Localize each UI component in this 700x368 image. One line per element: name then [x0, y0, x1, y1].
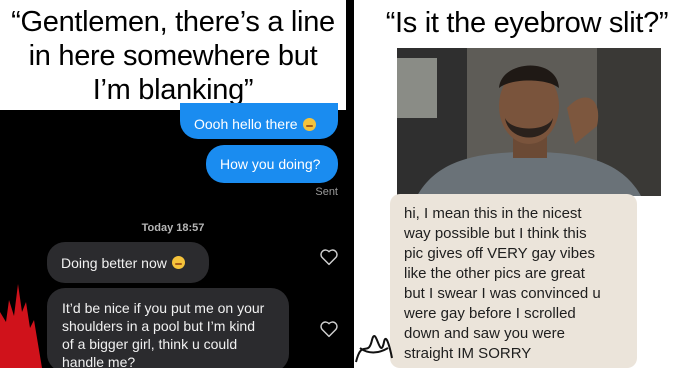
- left-meme-panel: “Gentlemen, there’s a line in here somew…: [0, 0, 346, 368]
- left-caption: “Gentlemen, there’s a line in here somew…: [0, 0, 346, 110]
- message-line: pic gives off VERY gay vibes: [404, 245, 595, 262]
- message-text: Doing better now: [61, 254, 167, 271]
- smirk-emoji-icon: [171, 256, 185, 269]
- chat-timestamp: Today 18:57: [141, 222, 205, 234]
- profile-photo: [397, 48, 661, 196]
- heart-like-icon[interactable]: [319, 248, 339, 266]
- left-caption-line: I’m blanking”: [92, 74, 254, 106]
- red-scribble-mark: [0, 284, 42, 368]
- message-text-line: handle me?: [62, 354, 136, 368]
- right-caption: “Is it the eyebrow slit?”: [354, 0, 700, 50]
- message-line: straight IM SORRY: [404, 345, 532, 362]
- message-text-line: shoulders in a pool but I’m kind: [62, 318, 255, 334]
- message-card: hi, I mean this in the nicest way possib…: [390, 194, 637, 368]
- outgoing-message-bubble[interactable]: How you doing?: [206, 145, 338, 183]
- left-caption-line: “Gentlemen, there’s a line: [11, 6, 335, 38]
- heart-like-icon[interactable]: [319, 320, 339, 338]
- message-text-line: of a bigger girl, think u could: [62, 336, 238, 352]
- incoming-message-bubble[interactable]: It’d be nice if you put me on your shoul…: [47, 288, 289, 368]
- outgoing-message-bubble[interactable]: Oooh hello there: [180, 103, 338, 139]
- message-text: How you doing?: [220, 156, 321, 172]
- black-scribble-mark: [355, 335, 393, 363]
- message-line: were gay before I scrolled: [404, 305, 576, 322]
- message-text-line: It’d be nice if you put me on your: [62, 300, 265, 316]
- panel-divider: [346, 0, 354, 368]
- message-line: way possible but I think this: [404, 225, 587, 242]
- message-line: hi, I mean this in the nicest: [404, 205, 582, 222]
- left-caption-line: in here somewhere but: [28, 40, 318, 72]
- message-line: but I swear I was convinced u: [404, 285, 601, 302]
- incoming-message-bubble[interactable]: Doing better now: [47, 242, 209, 283]
- message-line: down and saw you were: [404, 325, 565, 342]
- right-meme-panel: “Is it the eyebrow slit?” hi, I mean thi…: [354, 0, 700, 368]
- message-line: like the other pics are great: [404, 265, 585, 282]
- sent-status: Sent: [315, 186, 338, 198]
- smirk-emoji-icon: [302, 117, 316, 131]
- message-text: Oooh hello there: [194, 116, 298, 132]
